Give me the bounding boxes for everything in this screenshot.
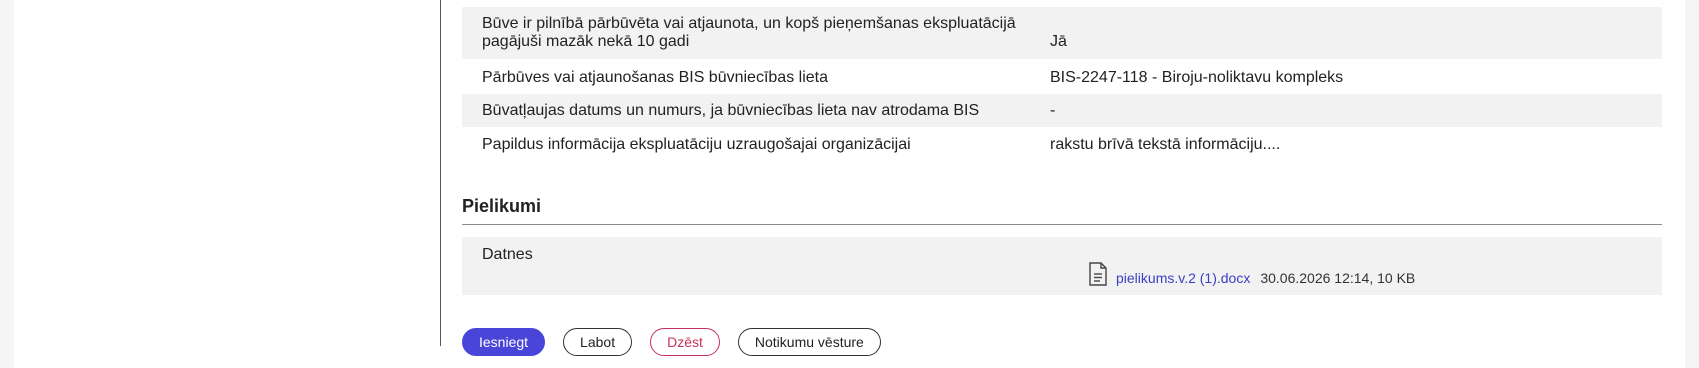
delete-button[interactable]: Dzēst [650, 328, 720, 356]
row-value: Jā [1050, 33, 1067, 50]
files-label: Datnes [482, 246, 533, 263]
table-row: Papildus informācija ekspluatāciju uzrau… [462, 127, 1662, 163]
details-table: Būve ir pilnībā pārbūvēta vai atjaunota,… [462, 7, 1662, 163]
history-button[interactable]: Notikumu vēsture [737, 328, 881, 356]
file-download-link[interactable]: pielikums.v.2 (1).docx [1116, 270, 1250, 286]
action-bar: Iesniegt Labot Dzēst Notikumu vēsture [462, 328, 881, 356]
document-icon [1088, 262, 1108, 286]
table-row: Būvatļaujas datums un numurs, ja būvniec… [462, 94, 1662, 127]
files-row: Datnes pielikums.v.2 (1).docx 30.06.2026… [462, 237, 1662, 295]
row-value: - [1050, 102, 1056, 119]
file-entry: pielikums.v.2 (1).docx 30.06.2026 12:14,… [1088, 262, 1415, 286]
submit-button[interactable]: Iesniegt [462, 328, 546, 356]
row-value: BIS-2247-118 - Biroju-noliktavu kompleks [1050, 69, 1344, 86]
row-label: Pārbūves vai atjaunošanas BIS būvniecība… [482, 69, 828, 86]
file-meta: 30.06.2026 12:14, 10 KB [1260, 270, 1416, 286]
edit-button[interactable]: Labot [563, 328, 633, 356]
section-divider [462, 224, 1662, 225]
table-row: Pārbūves vai atjaunošanas BIS būvniecība… [462, 59, 1662, 94]
vertical-divider [440, 0, 441, 346]
row-label: Būvatļaujas datums un numurs, ja būvniec… [482, 102, 980, 119]
row-label: Papildus informācija ekspluatāciju uzrau… [482, 136, 911, 153]
table-row: Būve ir pilnībā pārbūvēta vai atjaunota,… [462, 7, 1662, 59]
row-value: rakstu brīvā tekstā informāciju.... [1050, 136, 1281, 153]
attachments-heading: Pielikumi [462, 196, 542, 216]
row-label: Būve ir pilnībā pārbūvēta vai atjaunota,… [482, 15, 1016, 50]
